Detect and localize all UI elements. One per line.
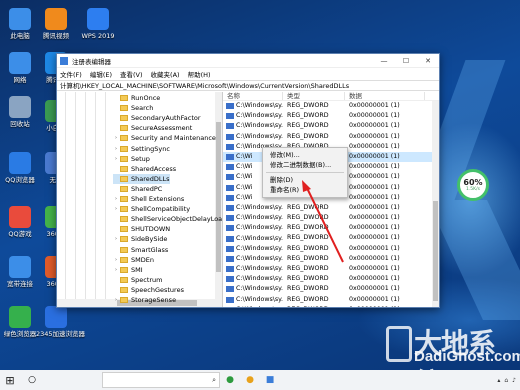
- speed-widget[interactable]: 60% 1.5K/s: [457, 169, 489, 201]
- network-speed: 1.5K/s: [466, 187, 480, 192]
- usage-percent: 60%: [463, 178, 483, 187]
- regedit-taskbar-icon[interactable]: ■: [260, 370, 280, 390]
- system-tray: ▴ ⌂ ♪: [493, 377, 520, 384]
- search-icon: ⌕: [212, 375, 216, 384]
- taskbar: ⊞ ○ ⌕ ● ● ■ ▴ ⌂ ♪: [0, 370, 520, 390]
- brand-logo-icon: [386, 326, 412, 362]
- taskbar-search-box[interactable]: ⌕: [102, 372, 220, 388]
- app-icon[interactable]: ●: [220, 370, 240, 390]
- start-icon[interactable]: ⊞: [0, 370, 20, 390]
- app-icon[interactable]: ●: [240, 370, 260, 390]
- volume-icon[interactable]: ♪: [512, 377, 516, 384]
- watermark-logo: 大地系统 DadiGhost.com: [386, 322, 520, 390]
- arrow-head: [302, 180, 311, 192]
- arrow-line: [305, 185, 344, 263]
- network-icon[interactable]: ⌂: [504, 377, 508, 384]
- brand-en: DadiGhost.com: [414, 348, 520, 365]
- search-icon[interactable]: ○: [22, 370, 42, 390]
- tray-icon[interactable]: ▴: [497, 377, 500, 384]
